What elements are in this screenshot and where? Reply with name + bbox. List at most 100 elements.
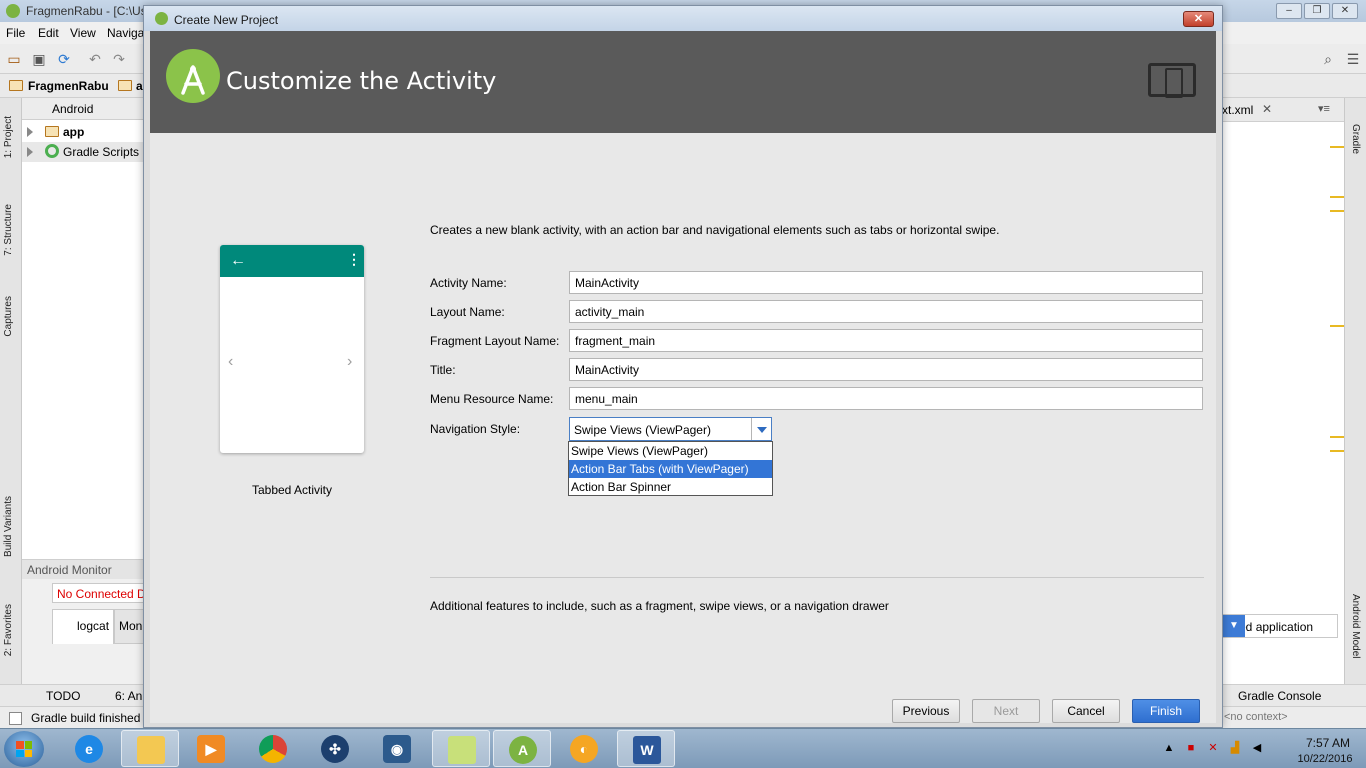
start-button[interactable]: [4, 731, 44, 767]
menu-icon[interactable]: ☰: [1345, 51, 1361, 67]
tab-structure[interactable]: 7: Structure: [3, 204, 14, 256]
word-icon: W: [633, 736, 661, 764]
gradle-icon: [45, 144, 59, 158]
chevron-down-icon[interactable]: ▼: [1223, 615, 1245, 637]
additional-features-text: Additional features to include, such as …: [430, 599, 889, 613]
project-folder-icon: [9, 80, 23, 91]
taskbar-app[interactable]: ◐: [555, 730, 613, 767]
navigation-style-select[interactable]: Swipe Views (ViewPager): [569, 417, 772, 441]
tab-android-model[interactable]: Android Model: [1350, 594, 1361, 658]
chrome-icon: [259, 735, 287, 763]
expand-icon[interactable]: [27, 147, 33, 157]
tab-gradle-console[interactable]: Gradle Console: [1238, 689, 1321, 703]
cancel-button[interactable]: Cancel: [1052, 699, 1120, 723]
taskbar-app[interactable]: [432, 730, 490, 767]
clock-time[interactable]: 7:57 AM: [1296, 736, 1360, 750]
tab-build-variants[interactable]: Build Variants: [3, 496, 14, 557]
dropdown-option-highlighted[interactable]: Action Bar Tabs (with ViewPager): [569, 460, 772, 478]
menu-view[interactable]: View: [70, 26, 96, 40]
taskbar-internet-explorer[interactable]: e: [60, 730, 118, 767]
activity-name-field[interactable]: [569, 271, 1203, 294]
layout-name-field[interactable]: [569, 300, 1203, 323]
volume-icon[interactable]: ◀: [1250, 741, 1264, 755]
tab-monitors[interactable]: Mon: [114, 609, 144, 644]
project-view-header[interactable]: Android: [22, 98, 144, 120]
error-marker[interactable]: [1330, 450, 1344, 452]
error-marker[interactable]: [1330, 325, 1344, 327]
security-icon[interactable]: ■: [1184, 741, 1198, 755]
breadcrumb-next[interactable]: a: [136, 79, 143, 93]
maximize-icon[interactable]: ❐: [1304, 3, 1330, 19]
right-tool-strip: Gradle Android Model: [1344, 98, 1366, 684]
menu-file[interactable]: File: [6, 26, 25, 40]
tab-project[interactable]: 1: Project: [3, 116, 14, 158]
network-icon[interactable]: ✕: [1206, 741, 1220, 755]
title-field[interactable]: [569, 358, 1203, 381]
tab-list-icon[interactable]: ▾≡: [1318, 102, 1330, 115]
dropdown-option[interactable]: Swipe Views (ViewPager): [569, 442, 772, 460]
open-folder-icon[interactable]: ▭: [6, 51, 22, 67]
error-marker[interactable]: [1330, 146, 1344, 148]
taskbar-explorer[interactable]: [121, 730, 179, 767]
breadcrumb-project[interactable]: FragmenRabu: [28, 79, 109, 93]
error-marker[interactable]: [1330, 196, 1344, 198]
tab-logcat[interactable]: logcat: [52, 609, 114, 644]
menu-navigate[interactable]: Naviga: [107, 26, 144, 40]
taskbar-word[interactable]: W: [617, 730, 675, 767]
close-tab-icon[interactable]: ✕: [1262, 102, 1272, 116]
device-selector[interactable]: No Connected D: [52, 583, 144, 603]
taskbar-media-player[interactable]: ▶: [182, 730, 240, 767]
close-button[interactable]: ✕: [1183, 11, 1214, 27]
tab-android-monitor[interactable]: 6: An: [115, 689, 142, 703]
taskbar-chrome[interactable]: [244, 730, 302, 767]
folder-icon: [45, 126, 59, 137]
redo-icon[interactable]: ↷: [111, 51, 127, 67]
signal-icon[interactable]: ▟: [1228, 741, 1242, 755]
error-marker[interactable]: [1330, 210, 1344, 212]
status-checkbox[interactable]: [9, 712, 22, 725]
menu-edit[interactable]: Edit: [38, 26, 59, 40]
tab-favorites[interactable]: 2: Favorites: [3, 604, 14, 656]
editor-tab[interactable]: xt.xml: [1222, 103, 1253, 117]
next-button[interactable]: Next: [972, 699, 1040, 723]
previous-button[interactable]: Previous: [892, 699, 960, 723]
tree-item-label: Gradle Scripts: [63, 145, 140, 159]
tab-captures[interactable]: Captures: [3, 296, 14, 337]
media-app-icon: ◐: [570, 735, 598, 763]
android-studio-logo-icon: [166, 49, 220, 103]
tree-item-app[interactable]: app: [22, 122, 144, 142]
activity-preview: ← ⋮ ‹ ›: [220, 245, 364, 453]
form-factor-icon: [1148, 63, 1196, 98]
close-icon[interactable]: ✕: [1332, 3, 1358, 19]
sync-icon[interactable]: ⟳: [56, 51, 72, 67]
error-marker[interactable]: [1330, 436, 1344, 438]
android-monitor-header: Android Monitor: [22, 559, 144, 579]
undo-icon[interactable]: ↶: [87, 51, 103, 67]
tab-gradle[interactable]: Gradle: [1350, 124, 1361, 154]
media-player-icon: ▶: [197, 735, 225, 763]
context-indicator: <no context>: [1224, 711, 1288, 723]
show-hidden-icons-icon[interactable]: ▲: [1162, 741, 1176, 755]
fragment-layout-field[interactable]: [569, 329, 1203, 352]
search-icon[interactable]: ⌕: [1320, 51, 1336, 67]
taskbar-app[interactable]: ✣: [306, 730, 364, 767]
dropdown-option[interactable]: Action Bar Spinner: [569, 478, 772, 496]
tree-item-gradle-scripts[interactable]: Gradle Scripts: [22, 142, 144, 162]
project-tree: app Gradle Scripts: [22, 120, 144, 560]
save-icon[interactable]: ▣: [31, 51, 47, 67]
taskbar-android-studio[interactable]: A: [493, 730, 551, 767]
taskbar: e ▶ ✣ ◉ A ◐ W ▲ ■ ✕ ▟ ◀ 7:57 AM 10/22/20…: [0, 728, 1366, 768]
finish-button[interactable]: Finish: [1132, 699, 1200, 723]
tree-item-label: app: [63, 125, 85, 139]
menu-resource-field[interactable]: [569, 387, 1203, 410]
taskbar-app[interactable]: ◉: [368, 730, 426, 767]
chevron-down-icon[interactable]: [751, 418, 771, 440]
clock-date[interactable]: 10/22/2016: [1290, 753, 1360, 765]
expand-icon[interactable]: [27, 127, 33, 137]
android-monitor-title: Android Monitor: [27, 563, 112, 577]
monitors-label: Mon: [119, 619, 143, 633]
minimize-icon[interactable]: –: [1276, 3, 1302, 19]
tab-todo[interactable]: TODO: [46, 689, 80, 703]
compass-icon: [181, 65, 205, 95]
application-selector[interactable]: ected application ▼: [1220, 614, 1338, 638]
